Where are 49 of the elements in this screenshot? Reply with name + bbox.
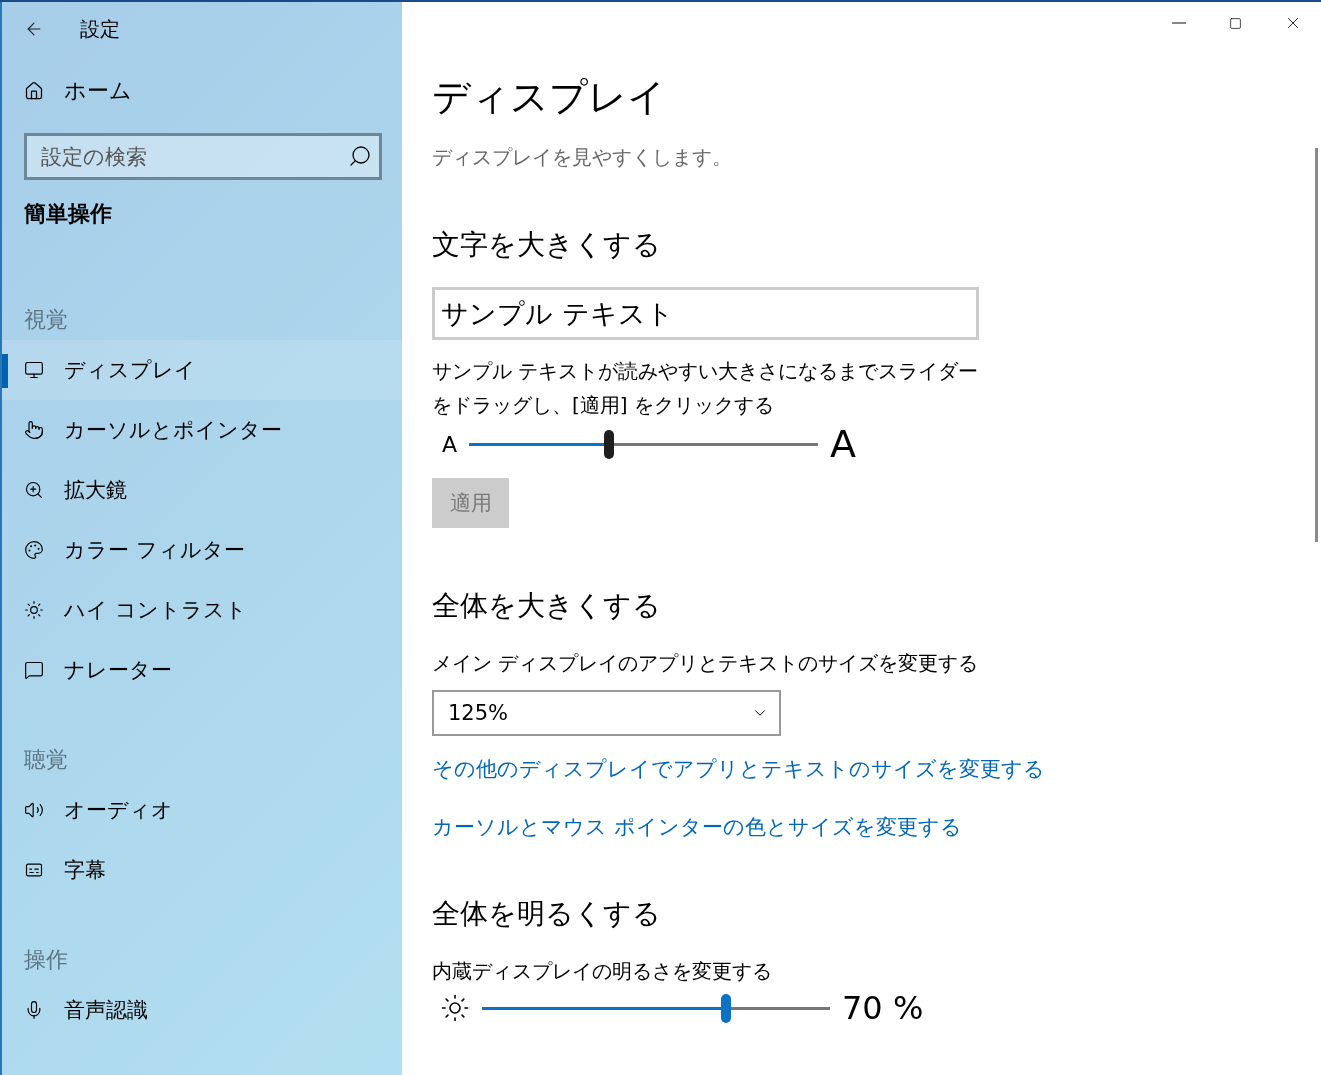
sample-text-preview: サンプル テキスト bbox=[432, 287, 979, 340]
home-icon bbox=[24, 81, 44, 101]
minimize-icon bbox=[1171, 22, 1186, 24]
section-heading: 全体を明るくする bbox=[432, 896, 661, 932]
speech-bubble-icon bbox=[24, 660, 44, 680]
group-heading: 視覚 bbox=[24, 306, 69, 334]
page-title: ディスプレイ bbox=[432, 74, 666, 121]
category-title: 簡単操作 bbox=[24, 200, 113, 228]
nav-item[interactable]: オーディオ bbox=[2, 780, 402, 840]
nav-item[interactable]: 音声認識 bbox=[2, 980, 402, 1040]
settings-link[interactable]: カーソルとマウス ポインターの色とサイズを変更する bbox=[432, 812, 962, 842]
palette-icon bbox=[24, 540, 44, 560]
small-a-label: A bbox=[442, 431, 458, 457]
slider-instructions: サンプル テキストが読みやすい大きさになるまでスライダーをドラッグし、[適用] をクリックする bbox=[432, 358, 980, 419]
search-icon bbox=[348, 144, 372, 168]
nav-item[interactable]: ディスプレイ bbox=[2, 340, 402, 400]
home-nav-item[interactable]: ホーム bbox=[2, 63, 402, 119]
monitor-icon bbox=[24, 360, 44, 380]
page-subtitle: ディスプレイを見やすくします。 bbox=[432, 144, 732, 171]
large-a-label: A bbox=[830, 422, 857, 466]
nav-item[interactable]: 拡大鏡 bbox=[2, 460, 402, 520]
settings-link[interactable]: その他のディスプレイでアプリとテキストのサイズを変更する bbox=[432, 754, 1045, 784]
brightness-reading: 70 % bbox=[842, 989, 924, 1027]
maximize-icon bbox=[1229, 16, 1242, 30]
slider-thumb[interactable] bbox=[603, 429, 614, 459]
setting-label: メイン ディスプレイのアプリとテキストのサイズを変更する bbox=[432, 650, 979, 677]
nav-item[interactable]: ハイ コントラスト bbox=[2, 580, 402, 640]
pointer-hand-icon bbox=[24, 420, 44, 440]
nav-item[interactable]: カラー フィルター bbox=[2, 520, 402, 580]
sun-icon bbox=[440, 993, 470, 1023]
group-heading: 操作 bbox=[24, 946, 69, 974]
selection-indicator bbox=[2, 354, 8, 388]
section-heading: 全体を大きくする bbox=[432, 588, 661, 624]
scrollbar[interactable] bbox=[1315, 148, 1318, 542]
speaker-icon bbox=[24, 800, 44, 820]
nav-item[interactable]: ナレーター bbox=[2, 640, 402, 700]
section-heading: 文字を大きくする bbox=[432, 227, 661, 263]
scale-dropdown[interactable]: 125% bbox=[432, 690, 781, 736]
nav-item[interactable]: カーソルとポインター bbox=[2, 400, 402, 460]
slider[interactable] bbox=[482, 993, 830, 1023]
group-heading: 聴覚 bbox=[24, 746, 69, 774]
zoom-in-icon bbox=[24, 480, 44, 500]
nav-item[interactable]: 字幕 bbox=[2, 840, 402, 900]
app-title: 設定 bbox=[80, 15, 120, 43]
sun-icon bbox=[24, 600, 44, 620]
search-field[interactable]: 設定の検索 bbox=[24, 133, 382, 180]
slider[interactable] bbox=[469, 429, 819, 459]
setting-label: 内蔵ディスプレイの明るさを変更する bbox=[432, 958, 772, 985]
slider-thumb[interactable] bbox=[720, 993, 731, 1023]
